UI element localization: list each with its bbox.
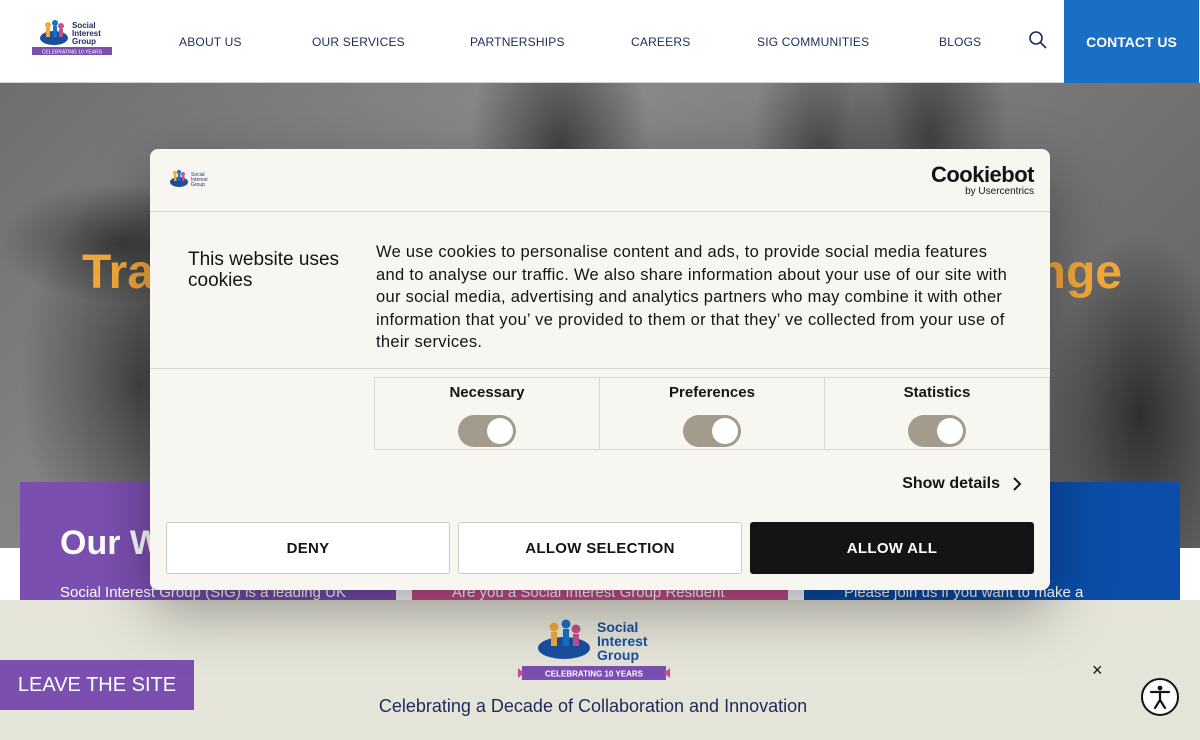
nav-careers[interactable]: CAREERS (631, 35, 690, 49)
nav-sig-communities[interactable]: SIG COMMUNITIES (757, 35, 869, 49)
toggle-knob (712, 418, 738, 444)
svg-text:CELEBRATING 10 YEARS: CELEBRATING 10 YEARS (545, 670, 644, 679)
sig-logo-small: Social Interest Group (170, 170, 208, 188)
site-header: Social Interest Group CELEBRATING 10 YEA… (0, 0, 1200, 83)
toggle-knob (937, 418, 963, 444)
svg-text:Group: Group (597, 647, 639, 663)
card-title: Our W (60, 524, 162, 562)
show-details-label: Show details (902, 475, 1000, 492)
nav-partnerships[interactable]: PARTNERSHIPS (470, 35, 565, 49)
cookie-heading: This website uses cookies (188, 249, 340, 291)
preferences-toggle[interactable] (683, 415, 741, 447)
contact-us-button[interactable]: CONTACT US (1064, 0, 1199, 83)
close-icon[interactable]: × (1092, 660, 1103, 681)
nav-blogs[interactable]: BLOGS (939, 35, 981, 49)
statistics-toggle[interactable] (908, 415, 966, 447)
dialog-header: Social Interest Group Cookiebot by Userc… (150, 149, 1050, 212)
toggle-label: Preferences (669, 384, 755, 401)
svg-text:Group: Group (191, 182, 205, 188)
nav-about-us[interactable]: ABOUT US (179, 35, 242, 49)
leave-the-site-button[interactable]: LEAVE THE SITE (0, 660, 194, 710)
svg-text:Group: Group (72, 37, 96, 46)
search-icon[interactable] (1028, 30, 1048, 50)
toggle-statistics-cell: Statistics (825, 378, 1049, 449)
toggle-knob (487, 418, 513, 444)
deny-button[interactable]: DENY (166, 522, 450, 574)
sig-anniversary-logo: Social Interest Group CELEBRATING 10 YEA… (518, 619, 670, 680)
cookie-consent-dialog: Social Interest Group Cookiebot by Userc… (150, 149, 1050, 590)
chevron-right-icon (1013, 477, 1022, 491)
toggle-necessary-cell: Necessary (375, 378, 600, 449)
divider (150, 368, 1050, 369)
toggle-label: Necessary (449, 384, 525, 401)
cookie-description: We use cookies to personalise content an… (376, 243, 1008, 352)
allow-all-button[interactable]: ALLOW ALL (750, 522, 1034, 574)
sig-logo[interactable]: Social Interest Group CELEBRATING 10 YEA… (28, 16, 116, 60)
celebration-banner: Social Interest Group CELEBRATING 10 YEA… (0, 600, 1200, 740)
toggle-preferences-cell: Preferences (600, 378, 825, 449)
cookiebot-logo: Cookiebot by Usercentrics (930, 162, 1035, 197)
svg-text:CELEBRATING 10 YEARS: CELEBRATING 10 YEARS (42, 50, 103, 56)
consent-toggles: Necessary Preferences Statistics (374, 377, 1050, 450)
toggle-label: Statistics (903, 384, 971, 401)
necessary-toggle[interactable] (458, 415, 516, 447)
accessibility-icon[interactable] (1140, 677, 1180, 717)
allow-selection-button[interactable]: ALLOW SELECTION (458, 522, 742, 574)
nav-our-services[interactable]: OUR SERVICES (312, 35, 405, 49)
hero-title-left: Tra (82, 246, 155, 299)
cookiebot-name: Cookiebot (930, 162, 1035, 187)
cookiebot-by: by Usercentrics (965, 186, 1034, 197)
show-details-link[interactable]: Show details (902, 475, 1022, 493)
